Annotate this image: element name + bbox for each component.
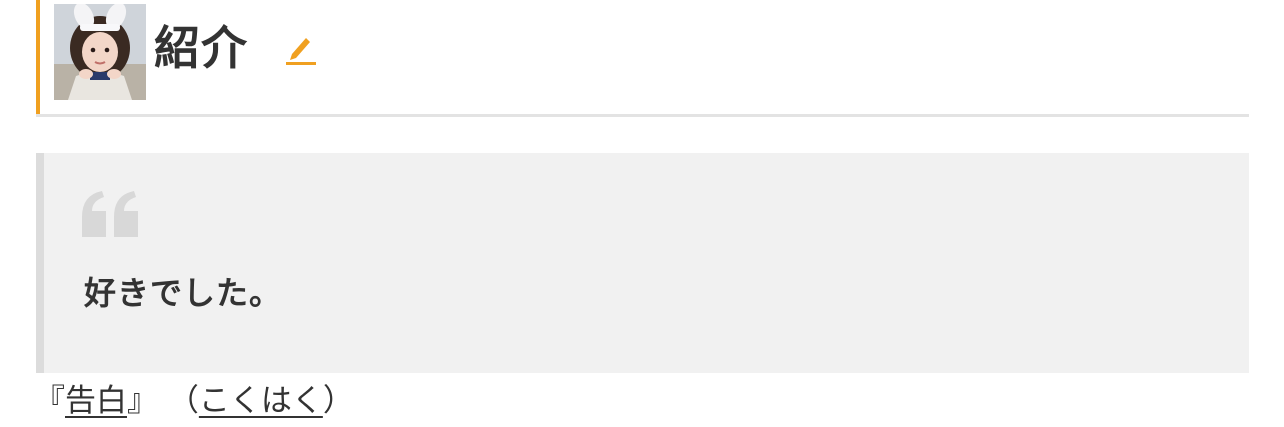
quote-block: 好きでした。 [36,153,1249,373]
kana-link[interactable]: こくはく [199,383,323,419]
page: 紹介 好きでした。 『告白』 （こくはく） [0,0,1284,427]
close-bracket: 』 [127,383,158,419]
page-title: 紹介 [154,21,248,75]
pencil-icon [286,38,316,65]
edit-button[interactable] [282,28,318,68]
avatar-image [54,4,146,100]
header-divider [36,114,1249,117]
term-reading: 『告白』 （こくはく） [34,379,354,423]
avatar[interactable] [54,4,146,100]
section-header: 紹介 [36,0,1249,115]
close-paren: ） [322,383,354,419]
quote-open-icon [78,187,142,239]
quote-text: 好きでした。 [84,274,283,312]
open-paren: （ [167,383,199,419]
open-bracket: 『 [34,383,65,419]
term-link[interactable]: 告白 [65,383,127,419]
